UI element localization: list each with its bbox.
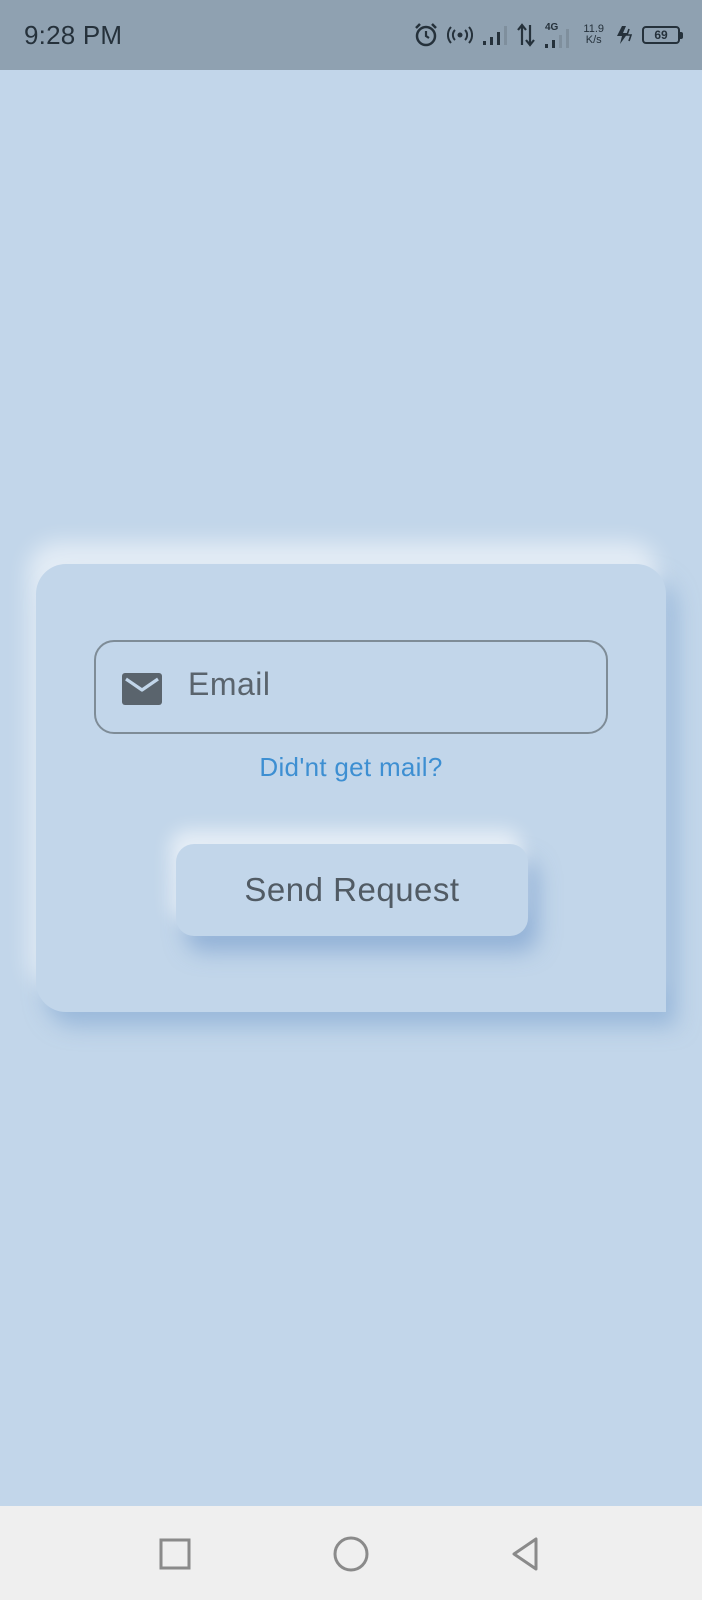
hotspot-icon: [447, 26, 474, 44]
back-button[interactable]: [506, 1534, 546, 1574]
circle-icon: [333, 1536, 369, 1572]
status-bar: 9:28 PM 4G 11.9 K/s 69: [0, 0, 702, 70]
status-time: 9:28 PM: [24, 20, 123, 50]
square-icon: [159, 1538, 191, 1570]
charging-icon: [617, 26, 633, 44]
home-button[interactable]: [331, 1534, 371, 1574]
data-transfer-icon: [517, 23, 536, 47]
resend-mail-link[interactable]: Did'nt get mail?: [0, 752, 702, 783]
email-placeholder: Email: [188, 666, 271, 702]
network-type-label: 4G: [545, 22, 559, 33]
network-speed-unit: K/s: [585, 34, 602, 46]
send-request-button-label: Send Request: [244, 871, 460, 908]
request-card: [36, 564, 666, 1012]
mail-icon: [122, 673, 162, 705]
email-field[interactable]: Email: [94, 640, 608, 734]
battery-level: 69: [654, 28, 668, 42]
status-icons: 4G 11.9 K/s 69: [413, 18, 683, 52]
signal-4g-icon: 4G: [545, 22, 570, 48]
triangle-back-icon: [512, 1537, 538, 1571]
alarm-icon: [415, 23, 438, 47]
send-request-button[interactable]: Send Request: [176, 844, 528, 936]
signal-icon: [483, 26, 508, 45]
recents-button[interactable]: [155, 1534, 195, 1574]
network-speed: 11.9 K/s: [583, 24, 604, 46]
battery-icon: 69: [642, 26, 683, 44]
navigation-bar: [0, 1506, 702, 1600]
